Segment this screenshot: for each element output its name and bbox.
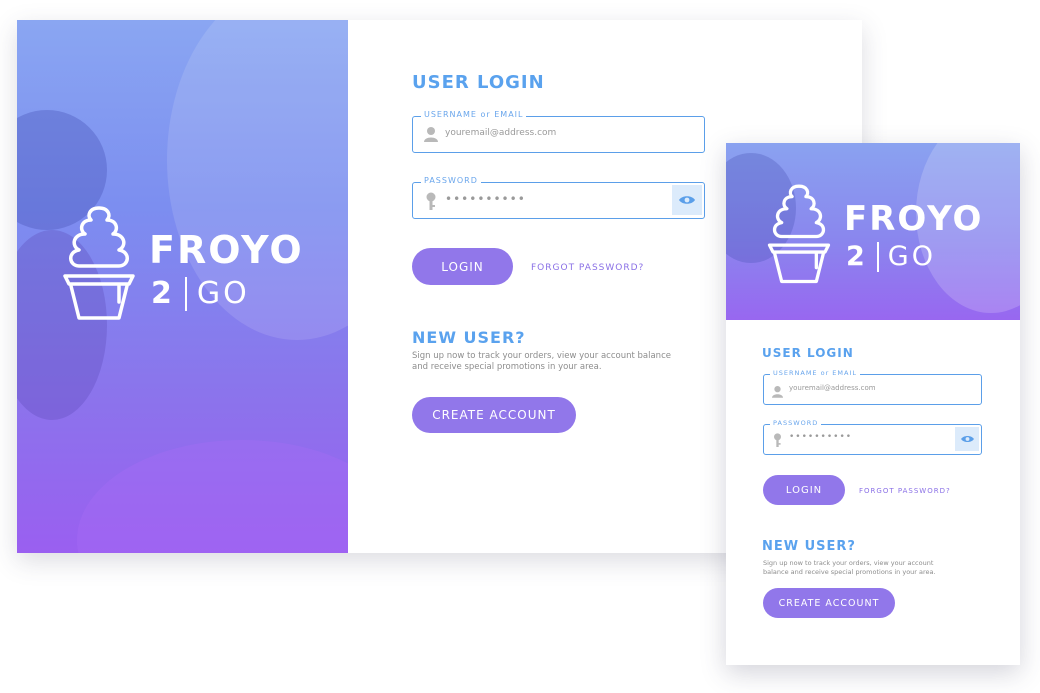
mobile-login-title: USER LOGIN xyxy=(762,346,854,360)
password-field[interactable]: PASSWORD •••••••••• xyxy=(412,176,705,219)
brand-sub: 2 GO xyxy=(151,276,250,311)
mobile-brand-sub: 2 GO xyxy=(846,241,936,272)
key-icon xyxy=(424,192,438,214)
mobile-password-label: PASSWORD xyxy=(770,419,822,427)
eye-icon[interactable] xyxy=(955,427,979,451)
create-account-button[interactable]: CREATE ACCOUNT xyxy=(412,397,576,433)
user-icon xyxy=(424,126,438,146)
mobile-create-account-button[interactable]: CREATE ACCOUNT xyxy=(763,588,895,618)
mobile-hero-panel: FROYO 2 GO xyxy=(726,143,1020,320)
new-user-desc-line2: and receive special promotions in your a… xyxy=(412,362,602,372)
new-user-desc-line1: Sign up now to track your orders, view y… xyxy=(412,351,671,361)
mobile-brand-num: 2 xyxy=(846,241,868,272)
mobile-brand-word: FROYO xyxy=(844,199,984,239)
mobile-username-label: USERNAME or EMAIL xyxy=(770,369,861,377)
mobile-new-user-desc-line2: balance and receive special promotions i… xyxy=(763,568,936,576)
eye-icon[interactable] xyxy=(672,185,702,215)
brand-word: FROYO xyxy=(149,228,304,272)
mobile-forgot-password-link[interactable]: FORGOT PASSWORD? xyxy=(859,487,951,495)
username-field[interactable]: USERNAME or EMAIL youremail@address.com xyxy=(412,110,705,153)
brand-logo: FROYO 2 GO xyxy=(59,202,319,322)
brand-num: 2 xyxy=(151,276,175,311)
mobile-password-field[interactable]: PASSWORD •••••••••• xyxy=(763,419,982,455)
forgot-password-link[interactable]: FORGOT PASSWORD? xyxy=(531,263,644,273)
login-title: USER LOGIN xyxy=(412,72,545,93)
mobile-login-card: FROYO 2 GO USER LOGIN USERNAME or EMAIL … xyxy=(726,143,1020,665)
mobile-new-user-title: NEW USER? xyxy=(762,539,856,554)
login-button[interactable]: LOGIN xyxy=(412,248,513,285)
user-icon xyxy=(772,383,783,402)
username-input[interactable]: youremail@address.com xyxy=(445,128,556,138)
hero-panel: FROYO 2 GO xyxy=(17,20,348,553)
password-input[interactable]: •••••••••• xyxy=(445,192,526,206)
username-label: USERNAME or EMAIL xyxy=(421,110,527,119)
mobile-username-input[interactable]: youremail@address.com xyxy=(789,384,876,392)
brand-go: GO xyxy=(196,276,250,311)
mobile-new-user-desc-line1: Sign up now to track your orders, view y… xyxy=(763,559,934,567)
mobile-brand-go: GO xyxy=(887,241,936,272)
key-icon xyxy=(772,432,783,451)
mobile-username-field[interactable]: USERNAME or EMAIL youremail@address.com xyxy=(763,369,982,405)
new-user-title: NEW USER? xyxy=(412,328,526,347)
password-label: PASSWORD xyxy=(421,176,481,185)
mobile-login-button[interactable]: LOGIN xyxy=(763,475,845,505)
mobile-brand-logo: FROYO 2 GO xyxy=(762,181,992,285)
mobile-password-input[interactable]: •••••••••• xyxy=(789,432,852,442)
